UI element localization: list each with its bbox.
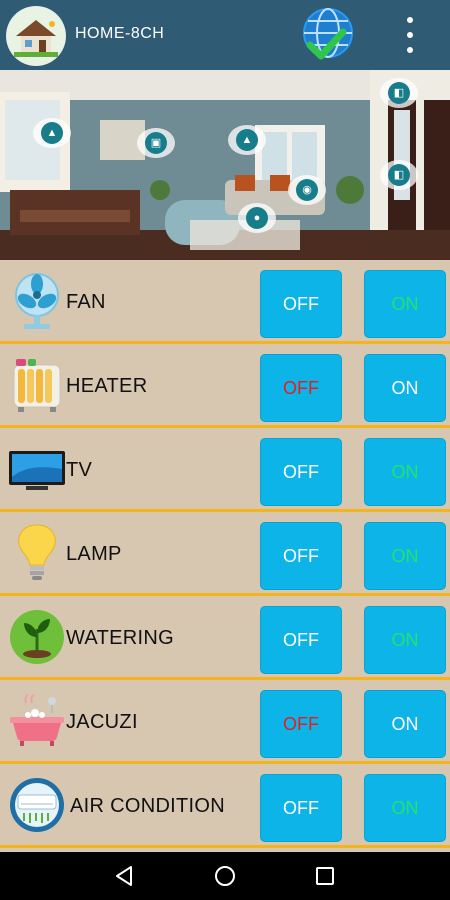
more-vert-icon[interactable] [392,15,428,55]
light-hotspot-icon[interactable]: ▲ [228,125,266,155]
back-icon[interactable] [113,864,137,888]
fan-icon [8,271,66,331]
device-name: TV [66,459,93,481]
room-image: ▲ ▣ ▲ ◉ ● ◧ ◧ [0,70,450,260]
device-row-watering: WATERING OFF ON [0,596,450,680]
device-row-jacuzi: JACUZI OFF ON [0,680,450,764]
heater-on-button[interactable]: ON [364,354,446,422]
app-bar: HOME-8CH [0,0,450,70]
fan-off-button[interactable]: OFF [260,270,342,338]
jacuzi-off-button[interactable]: OFF [260,690,342,758]
door-hotspot-icon[interactable]: ◧ [380,78,418,108]
light-hotspot-icon[interactable]: ▲ [33,118,71,148]
watering-on-button[interactable]: ON [364,606,446,674]
house-logo-icon [6,6,66,66]
plant-icon [8,607,66,667]
device-name: FAN [66,291,106,313]
location-hotspot-icon[interactable]: ● [238,203,276,233]
air-conditioner-icon [8,775,66,835]
tv-icon [8,439,66,499]
device-row-heater: HEATER OFF ON [0,344,450,428]
recents-icon[interactable] [313,864,337,888]
app-title: HOME-8CH [75,25,165,42]
tv-hotspot-icon[interactable]: ▣ [137,128,175,158]
heater-icon [8,355,66,415]
air-condition-off-button[interactable]: OFF [260,774,342,842]
device-row-lamp: LAMP OFF ON [0,512,450,596]
camera-hotspot-icon[interactable]: ◉ [288,175,326,205]
home-icon[interactable] [213,864,237,888]
device-name: AIR CONDITION [70,795,226,817]
fan-on-button[interactable]: ON [364,270,446,338]
device-name: WATERING [66,627,174,649]
device-row-tv: TV OFF ON [0,428,450,512]
device-name: HEATER [66,375,148,397]
device-name: LAMP [66,543,122,565]
jacuzi-on-button[interactable]: ON [364,690,446,758]
device-row-air-condition: AIR CONDITION OFF ON [0,764,450,848]
system-nav-bar [0,852,450,900]
lamp-off-button[interactable]: OFF [260,522,342,590]
tv-on-button[interactable]: ON [364,438,446,506]
door-hotspot-icon[interactable]: ◧ [380,160,418,190]
lamp-on-button[interactable]: ON [364,522,446,590]
device-row-fan: FAN OFF ON [0,260,450,344]
heater-off-button[interactable]: OFF [260,354,342,422]
air-condition-on-button[interactable]: ON [364,774,446,842]
lamp-icon [8,523,66,583]
device-name: JACUZI [66,711,138,733]
device-list: FAN OFF ON HEATER OFF ON TV OFF ON LAMP … [0,260,450,852]
bathtub-icon [8,691,66,751]
globe-check-icon[interactable] [299,5,359,65]
watering-off-button[interactable]: OFF [260,606,342,674]
tv-off-button[interactable]: OFF [260,438,342,506]
